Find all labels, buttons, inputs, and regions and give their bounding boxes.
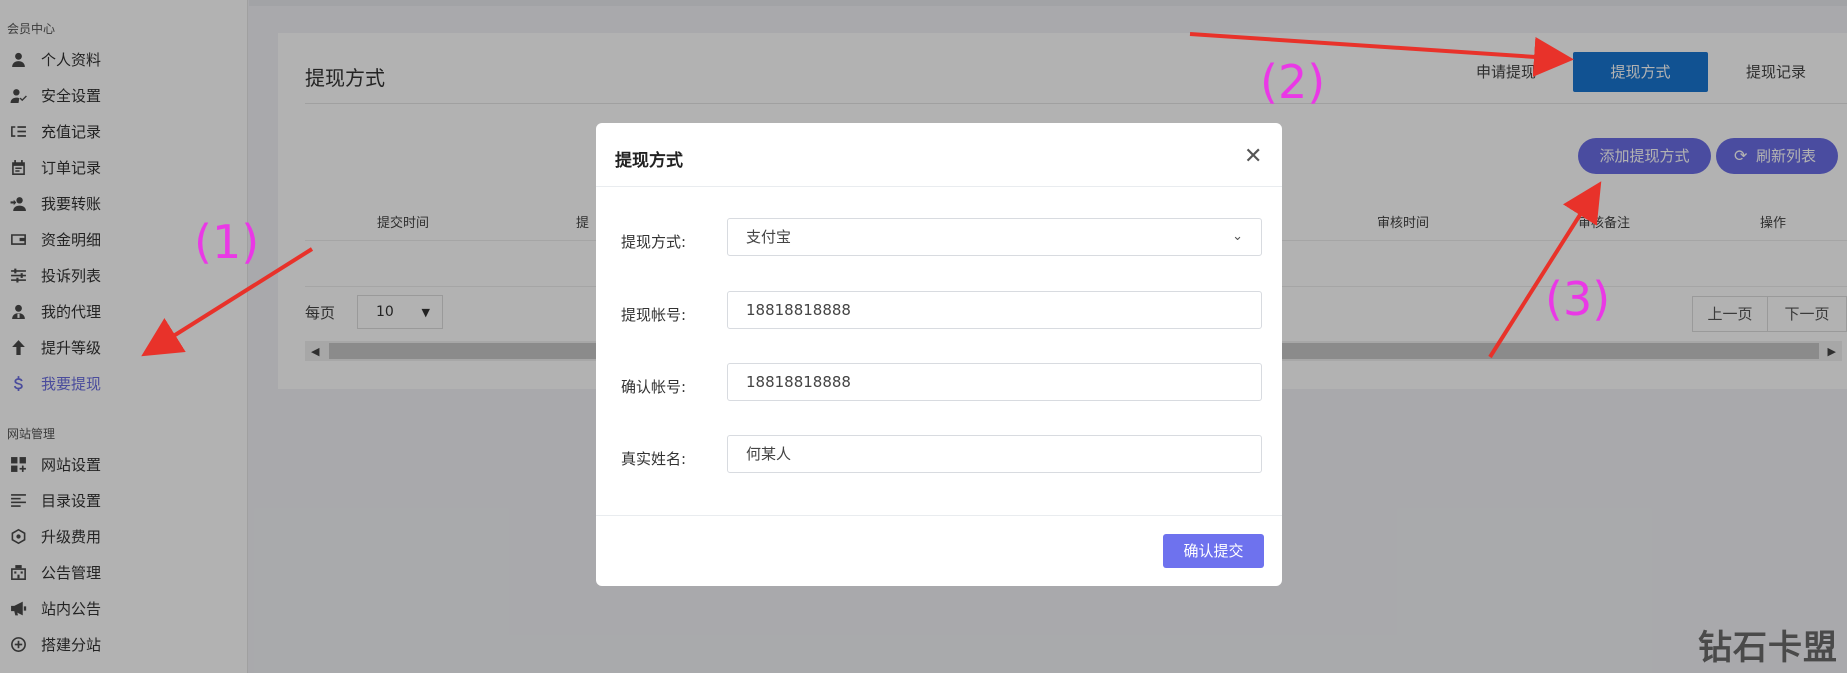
watermark-logo: 钻石卡盟 bbox=[1698, 628, 1838, 668]
arrow-to-method-tab bbox=[1189, 32, 1574, 77]
arrow-to-add-button bbox=[1488, 181, 1602, 359]
arrow-to-withdraw-menu bbox=[141, 247, 314, 357]
annotation-arrows bbox=[141, 32, 1602, 359]
